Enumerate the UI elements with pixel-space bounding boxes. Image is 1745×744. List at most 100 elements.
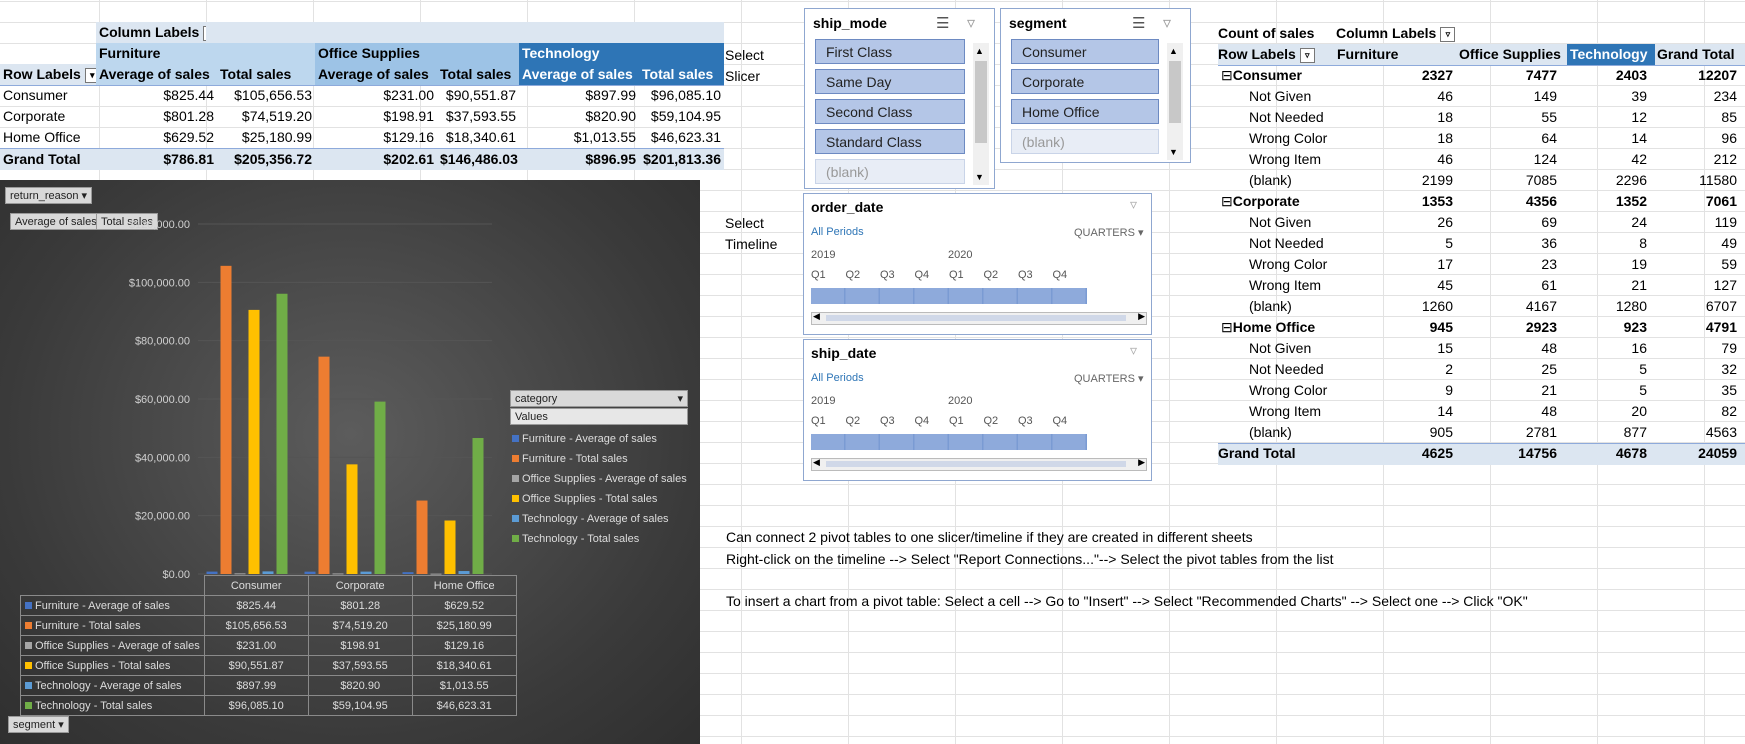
value-cell[interactable]: $1,013.55 [519, 127, 639, 148]
scroll-right-icon[interactable]: ▶ [1138, 311, 1145, 322]
value-cell[interactable]: 4563 [1706, 422, 1737, 443]
value-cell[interactable]: $202.61 [315, 149, 437, 170]
value-cell[interactable]: 20 [1631, 401, 1647, 422]
value-cell[interactable]: $825.44 [96, 85, 217, 106]
column-labels-header[interactable]: Column Labels▿ [1336, 23, 1456, 44]
value-cell[interactable]: 17 [1437, 254, 1453, 275]
clear-filter-icon[interactable]: ▿ [1130, 342, 1137, 359]
slicer-item[interactable]: (blank) [815, 159, 965, 184]
chart-bar[interactable] [276, 293, 288, 574]
slicer-item[interactable]: Corporate [1011, 69, 1159, 94]
scroll-right-icon[interactable]: ▶ [1138, 457, 1145, 468]
value-cell[interactable]: 16 [1631, 338, 1647, 359]
slicer-item[interactable]: Home Office [1011, 99, 1159, 124]
header-grand-total[interactable]: Grand Total [1657, 44, 1735, 65]
value-cell[interactable]: 96 [1721, 128, 1737, 149]
chart-bar[interactable] [262, 571, 274, 574]
value-cell[interactable]: 35 [1721, 380, 1737, 401]
value-cell[interactable]: $129.16 [315, 127, 437, 148]
value-cell[interactable]: 9 [1445, 380, 1453, 401]
scroll-up-icon[interactable]: ▲ [975, 46, 984, 56]
chart-bar[interactable] [416, 500, 428, 574]
value-cell[interactable]: 2923 [1526, 317, 1557, 338]
value-cell[interactable]: 4356 [1526, 191, 1557, 212]
category-technology[interactable]: Technology [519, 43, 724, 64]
value-cell[interactable]: 7477 [1526, 65, 1557, 86]
value-cell[interactable]: $18,340.61 [437, 127, 519, 148]
row-label[interactable]: Wrong Item [1249, 401, 1321, 422]
value-cell[interactable]: 46 [1437, 86, 1453, 107]
slicer-item[interactable]: (blank) [1011, 129, 1159, 154]
quarter-label[interactable]: Q2 [984, 415, 999, 427]
order-date-timeline[interactable]: order_date ▿ All Periods QUARTERS ▾ 2019… [803, 193, 1152, 335]
ship-mode-slicer[interactable]: ship_mode ☰ ▿ First Class Same Day Second … [804, 8, 995, 189]
value-cell[interactable]: 42 [1631, 149, 1647, 170]
value-cell[interactable]: $198.91 [315, 106, 437, 127]
slicer-scrollbar[interactable]: ▲ ▼ [1167, 43, 1183, 160]
value-cell[interactable]: 69 [1541, 212, 1557, 233]
value-cell[interactable]: 4791 [1706, 317, 1737, 338]
row-label[interactable]: Wrong Color [1249, 380, 1327, 401]
row-label[interactable]: Not Needed [1249, 359, 1324, 380]
header-furniture[interactable]: Furniture [1337, 44, 1398, 65]
value-cell[interactable]: 24059 [1698, 443, 1737, 464]
chart-bar[interactable] [248, 309, 260, 574]
value-cell[interactable]: 212 [1714, 149, 1737, 170]
value-cell[interactable]: $46,623.31 [639, 127, 724, 148]
value-cell[interactable]: 15 [1437, 338, 1453, 359]
row-label[interactable]: (blank) [1249, 422, 1292, 443]
chart-bar[interactable] [360, 571, 372, 574]
quarter-label[interactable]: Q2 [846, 415, 861, 427]
row-label[interactable]: Wrong Color [1249, 128, 1327, 149]
chart-bar[interactable] [206, 571, 218, 574]
value-cell[interactable]: 79 [1721, 338, 1737, 359]
row-label[interactable]: Corporate [0, 106, 96, 127]
group-row-label[interactable]: ⊟Home Office [1221, 317, 1315, 338]
value-cell[interactable]: 124 [1534, 149, 1557, 170]
quarter-label[interactable]: Q3 [880, 269, 895, 281]
value-cell[interactable]: 8 [1639, 233, 1647, 254]
value-cell[interactable]: 82 [1721, 401, 1737, 422]
time-level-dropdown[interactable]: QUARTERS ▾ [1074, 226, 1144, 239]
quarter-label[interactable]: Q1 [949, 415, 964, 427]
clear-filter-icon[interactable]: ▿ [1130, 196, 1137, 213]
group-row-label[interactable]: ⊟Corporate [1221, 191, 1300, 212]
scroll-down-icon[interactable]: ▼ [975, 172, 984, 182]
timeline-selection-bar[interactable] [811, 288, 1087, 304]
ship-date-timeline[interactable]: ship_date ▿ All Periods QUARTERS ▾ 2019 … [803, 339, 1152, 481]
value-cell[interactable]: $96,085.10 [639, 85, 724, 106]
value-cell[interactable]: 11580 [1699, 170, 1737, 191]
value-cell[interactable]: 4167 [1526, 296, 1557, 317]
row-label[interactable]: Wrong Color [1249, 254, 1327, 275]
value-cell[interactable]: 55 [1541, 107, 1557, 128]
chart-bar[interactable] [472, 438, 484, 574]
value-cell[interactable]: 19 [1631, 254, 1647, 275]
legend-entry[interactable]: Furniture - Total sales [512, 449, 687, 469]
clear-filter-icon[interactable]: ▿ [967, 13, 975, 33]
value-cell[interactable]: 7061 [1706, 191, 1737, 212]
value-cell[interactable]: 2327 [1422, 65, 1453, 86]
value-cell[interactable]: 18 [1437, 128, 1453, 149]
quarter-label[interactable]: Q4 [1053, 269, 1068, 281]
row-label[interactable]: (blank) [1249, 296, 1292, 317]
value-cell[interactable]: 24 [1631, 212, 1647, 233]
quarter-label[interactable]: Q4 [915, 269, 930, 281]
segment-slicer[interactable]: segment ☰ ▿ Consumer Corporate Home Office… [1000, 8, 1191, 163]
header-technology[interactable]: Technology [1567, 44, 1655, 65]
value-cell[interactable]: $786.81 [96, 149, 217, 170]
value-cell[interactable]: 149 [1534, 86, 1557, 107]
value-cell[interactable]: 61 [1541, 275, 1557, 296]
quarter-label[interactable]: Q1 [811, 269, 826, 281]
filter-icon[interactable]: ▿ [1299, 47, 1315, 63]
value-cell[interactable]: 36 [1541, 233, 1557, 254]
value-cell[interactable]: $37,593.55 [437, 106, 519, 127]
group-row-label[interactable]: ⊟Consumer [1221, 65, 1302, 86]
slicer-item[interactable]: Consumer [1011, 39, 1159, 64]
value-cell[interactable]: 2199 [1422, 170, 1453, 191]
clear-filter-icon[interactable]: ▿ [1163, 13, 1171, 33]
value-cell[interactable]: 21 [1541, 380, 1557, 401]
sub-header[interactable]: Total sales [217, 64, 315, 85]
grand-total-row[interactable]: Grand Total $786.81 $205,356.72 $202.61 $146… [0, 148, 724, 170]
value-cell[interactable]: $801.28 [96, 106, 217, 127]
value-cell[interactable]: 12207 [1698, 65, 1737, 86]
